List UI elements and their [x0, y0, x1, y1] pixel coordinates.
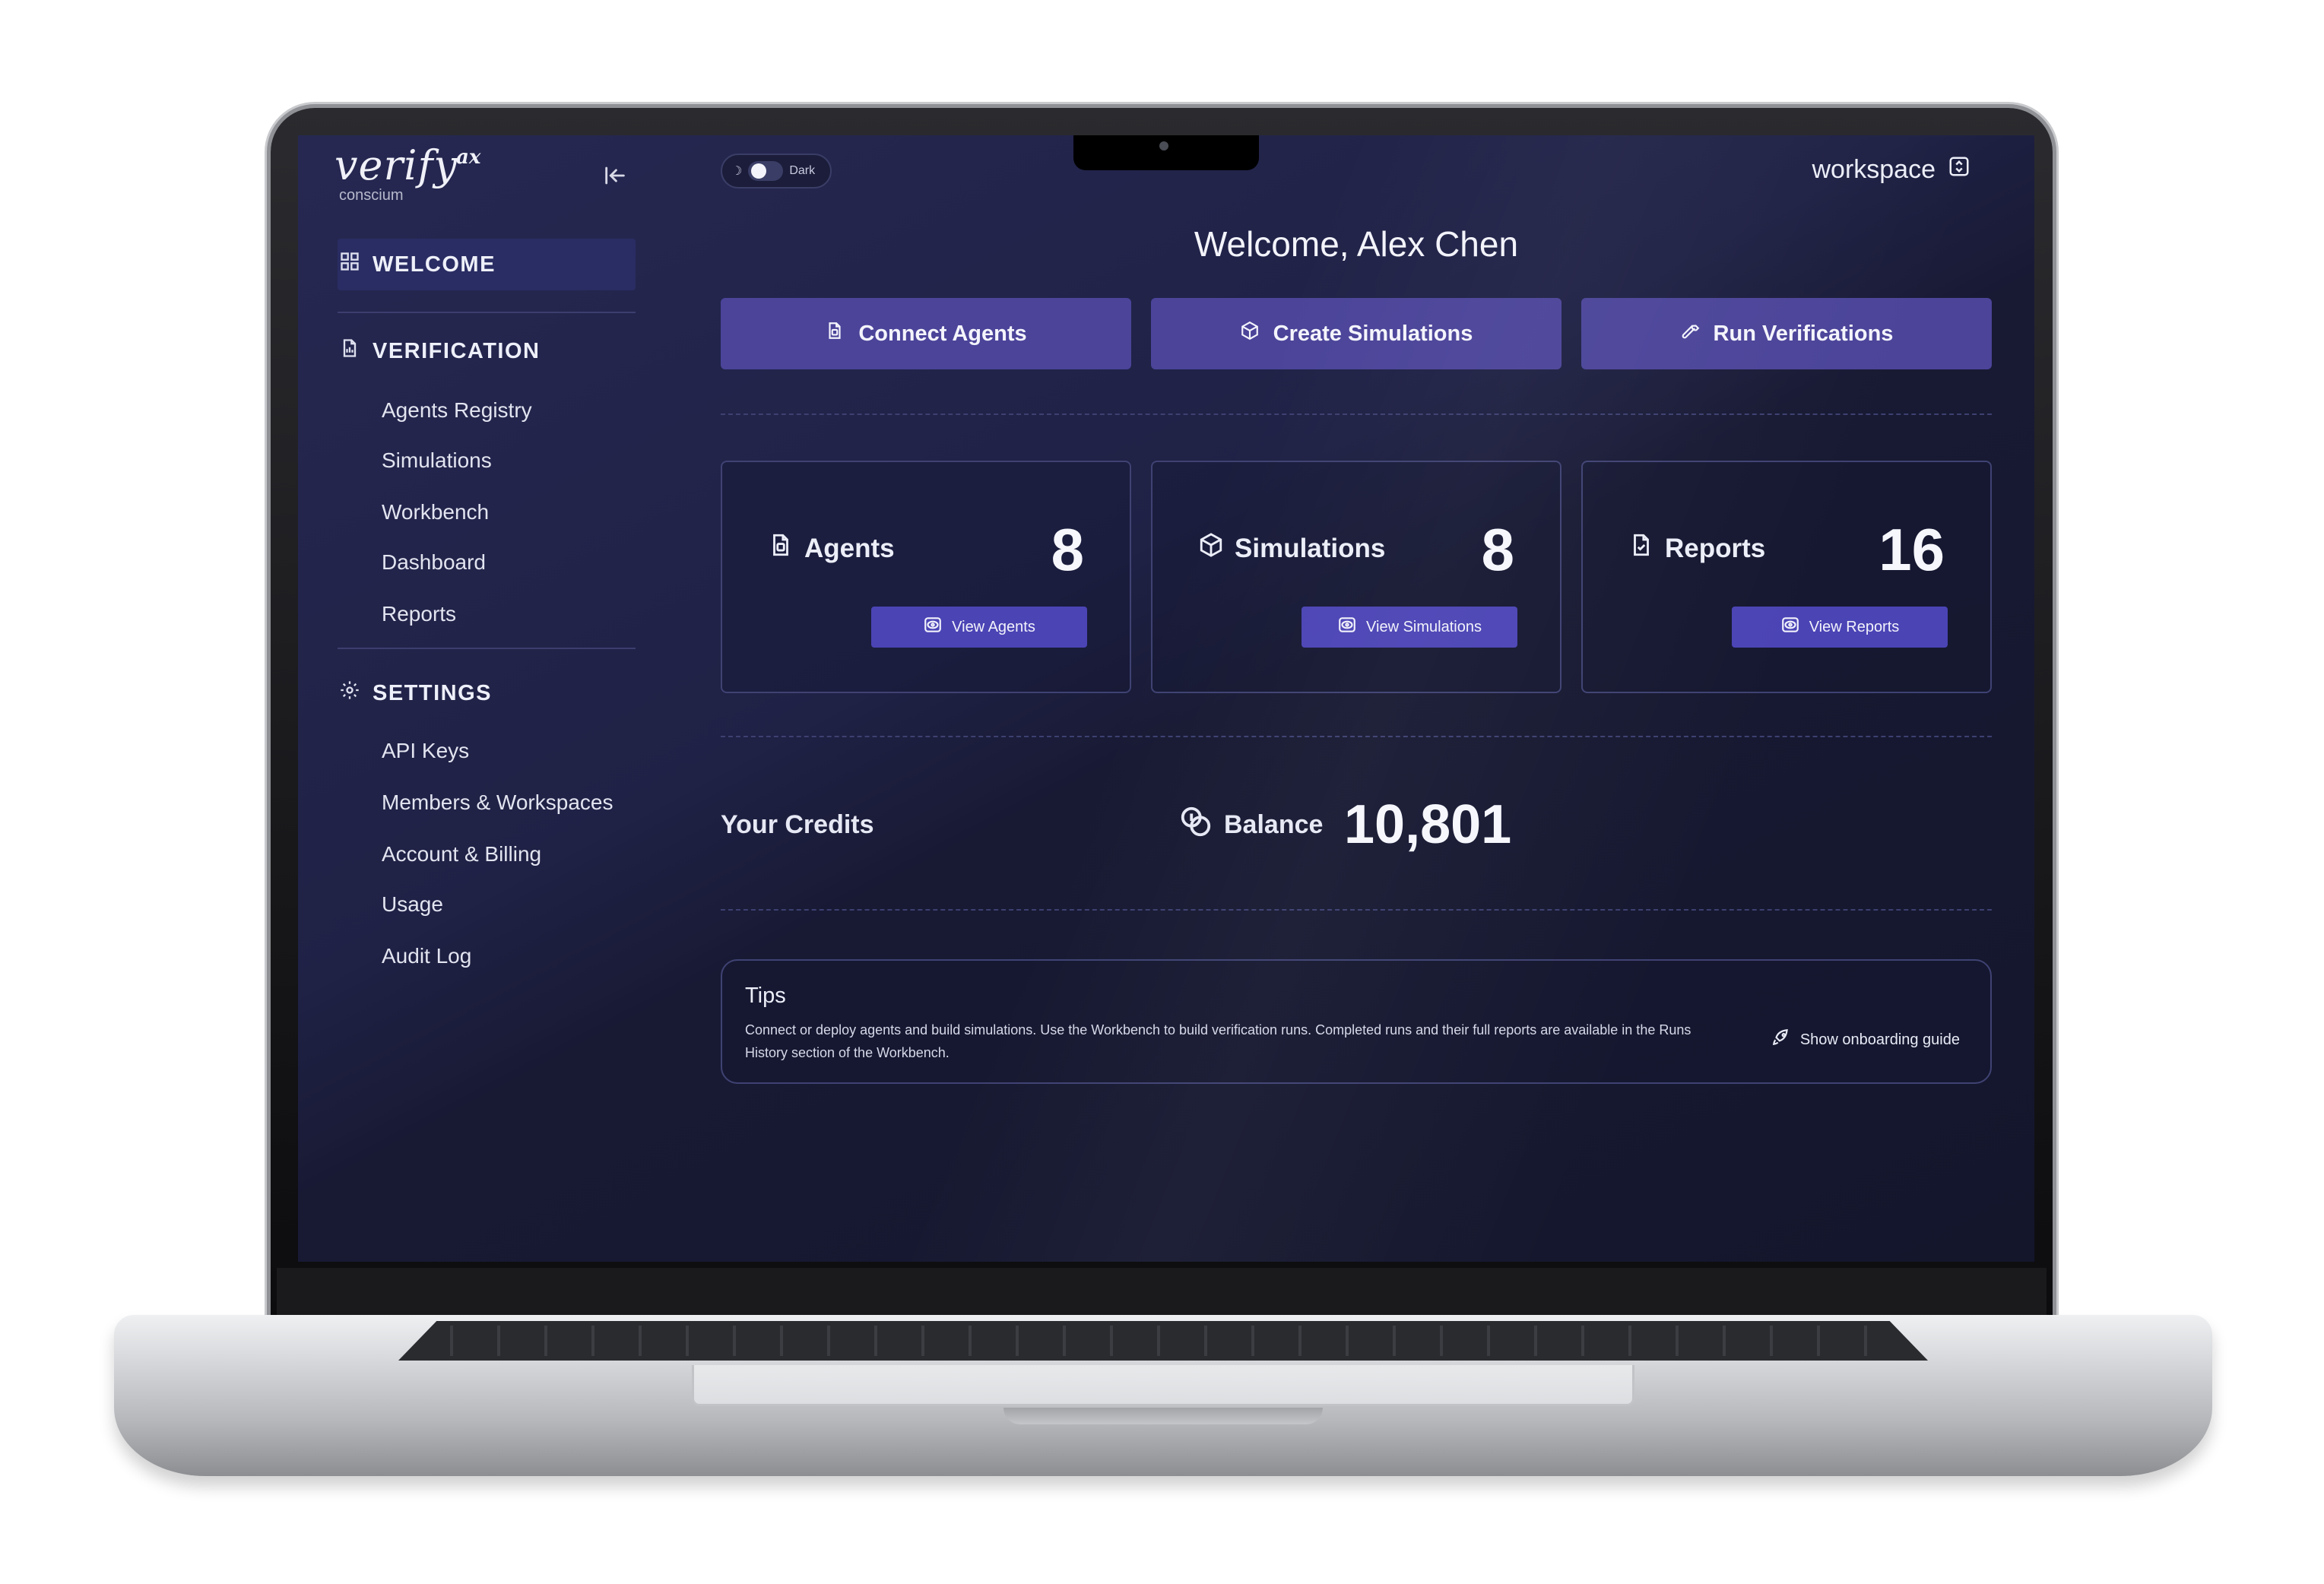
sidebar-section-verification[interactable]: VERIFICATION: [339, 337, 540, 365]
sidebar-section-settings[interactable]: SETTINGS: [339, 680, 492, 707]
sidebar-item-dashboard[interactable]: Dashboard: [382, 550, 486, 575]
sidebar-item-api-keys[interactable]: API Keys: [382, 739, 469, 763]
tips-text: Connect or deploy agents and build simul…: [745, 1022, 1691, 1060]
cube-icon: [1240, 321, 1260, 347]
card-label: Agents: [804, 533, 895, 563]
report-file-icon: [339, 337, 360, 365]
sidebar-divider: [338, 312, 636, 313]
card-count: 8: [1051, 516, 1084, 583]
link-label: Show onboarding guide: [1799, 1031, 1960, 1048]
section-divider: [721, 736, 1992, 737]
view-simulations-button[interactable]: View Simulations: [1302, 607, 1517, 648]
coins-icon: [1178, 804, 1213, 846]
wrench-icon: [1680, 321, 1700, 347]
laptop-keys: [433, 1326, 1893, 1356]
section-divider: [721, 909, 1992, 911]
theme-toggle[interactable]: ☽ Dark: [721, 154, 832, 188]
app-screen: verify ax conscium WELCOME VERIFICATION …: [298, 135, 2034, 1262]
eye-icon: [923, 615, 943, 639]
button-label: Connect Agents: [858, 321, 1027, 346]
sidebar-item-account-billing[interactable]: Account & Billing: [382, 842, 541, 866]
sidebar-section-label: SETTINGS: [373, 680, 493, 705]
sidebar-section-label: VERIFICATION: [373, 338, 541, 363]
report-check-icon: [1628, 532, 1654, 565]
grid-icon: [339, 251, 360, 278]
sidebar-item-welcome[interactable]: WELCOME: [338, 239, 636, 290]
button-label: View Agents: [952, 618, 1035, 635]
chevron-up-down-icon: [1948, 155, 1970, 185]
eye-icon: [1337, 615, 1357, 639]
workspace-switcher[interactable]: workspace: [1812, 155, 1970, 185]
screen-notch: [1073, 135, 1259, 170]
button-label: View Reports: [1809, 618, 1900, 635]
credits-label: Your Credits: [721, 810, 874, 839]
agent-file-icon: [768, 532, 794, 565]
sidebar-item-audit-log[interactable]: Audit Log: [382, 944, 471, 968]
card-count: 16: [1879, 516, 1945, 583]
sidebar-item-label: WELCOME: [373, 252, 496, 277]
balance-label: Balance: [1224, 810, 1324, 839]
toggle-switch[interactable]: [748, 161, 784, 181]
view-agents-button[interactable]: View Agents: [871, 607, 1087, 648]
connect-agents-button[interactable]: Connect Agents: [721, 298, 1131, 369]
tips-panel: Tips Connect or deploy agents and build …: [721, 959, 1992, 1084]
sidebar-item-usage[interactable]: Usage: [382, 892, 443, 917]
button-label: View Simulations: [1366, 618, 1482, 635]
create-simulations-button[interactable]: Create Simulations: [1151, 298, 1561, 369]
moon-icon: ☽: [731, 165, 743, 178]
eye-icon: [1780, 615, 1800, 639]
button-label: Run Verifications: [1713, 321, 1894, 346]
collapse-sidebar-icon[interactable]: [602, 163, 628, 188]
sidebar-item-workbench[interactable]: Workbench: [382, 500, 489, 524]
cube-icon: [1198, 532, 1224, 565]
agent-file-icon: [825, 321, 845, 347]
laptop-chin: [277, 1268, 2047, 1315]
sidebar-item-simulations[interactable]: Simulations: [382, 448, 492, 473]
card-label: Simulations: [1235, 533, 1386, 563]
rocket-icon: [1771, 1028, 1791, 1052]
view-reports-button[interactable]: View Reports: [1732, 607, 1948, 648]
card-label: Reports: [1665, 533, 1766, 563]
tips-title: Tips: [745, 984, 786, 1008]
balance-label-group: Balance: [1178, 804, 1323, 846]
camera-icon: [1159, 141, 1168, 150]
button-label: Create Simulations: [1273, 321, 1473, 346]
gear-icon: [339, 680, 360, 707]
run-verifications-button[interactable]: Run Verifications: [1581, 298, 1992, 369]
brand-logo[interactable]: verify ax conscium: [334, 141, 480, 204]
sidebar-item-members-workspaces[interactable]: Members & Workspaces: [382, 790, 613, 815]
section-divider: [721, 413, 1992, 415]
agents-stat-card: Agents 8 View Agents: [721, 461, 1131, 693]
laptop-thumb-notch: [1003, 1408, 1323, 1424]
reports-stat-card: Reports 16 View Reports: [1581, 461, 1992, 693]
laptop-trackpad: [692, 1365, 1634, 1406]
sidebar-divider: [338, 648, 636, 649]
simulations-stat-card: Simulations 8 View Simulations: [1151, 461, 1561, 693]
brand-subtitle: conscium: [339, 187, 404, 204]
sidebar-item-agents-registry[interactable]: Agents Registry: [382, 398, 532, 423]
card-count: 8: [1481, 516, 1514, 583]
theme-label: Dark: [789, 164, 816, 177]
brand-name: verify: [334, 141, 458, 189]
workspace-label: workspace: [1812, 155, 1936, 184]
show-onboarding-guide-link[interactable]: Show onboarding guide: [1771, 1028, 1960, 1052]
sidebar-item-reports[interactable]: Reports: [382, 602, 456, 626]
brand-superscript: ax: [456, 146, 481, 169]
welcome-title: Welcome, Alex Chen: [1194, 224, 1519, 264]
balance-value: 10,801: [1344, 794, 1512, 855]
